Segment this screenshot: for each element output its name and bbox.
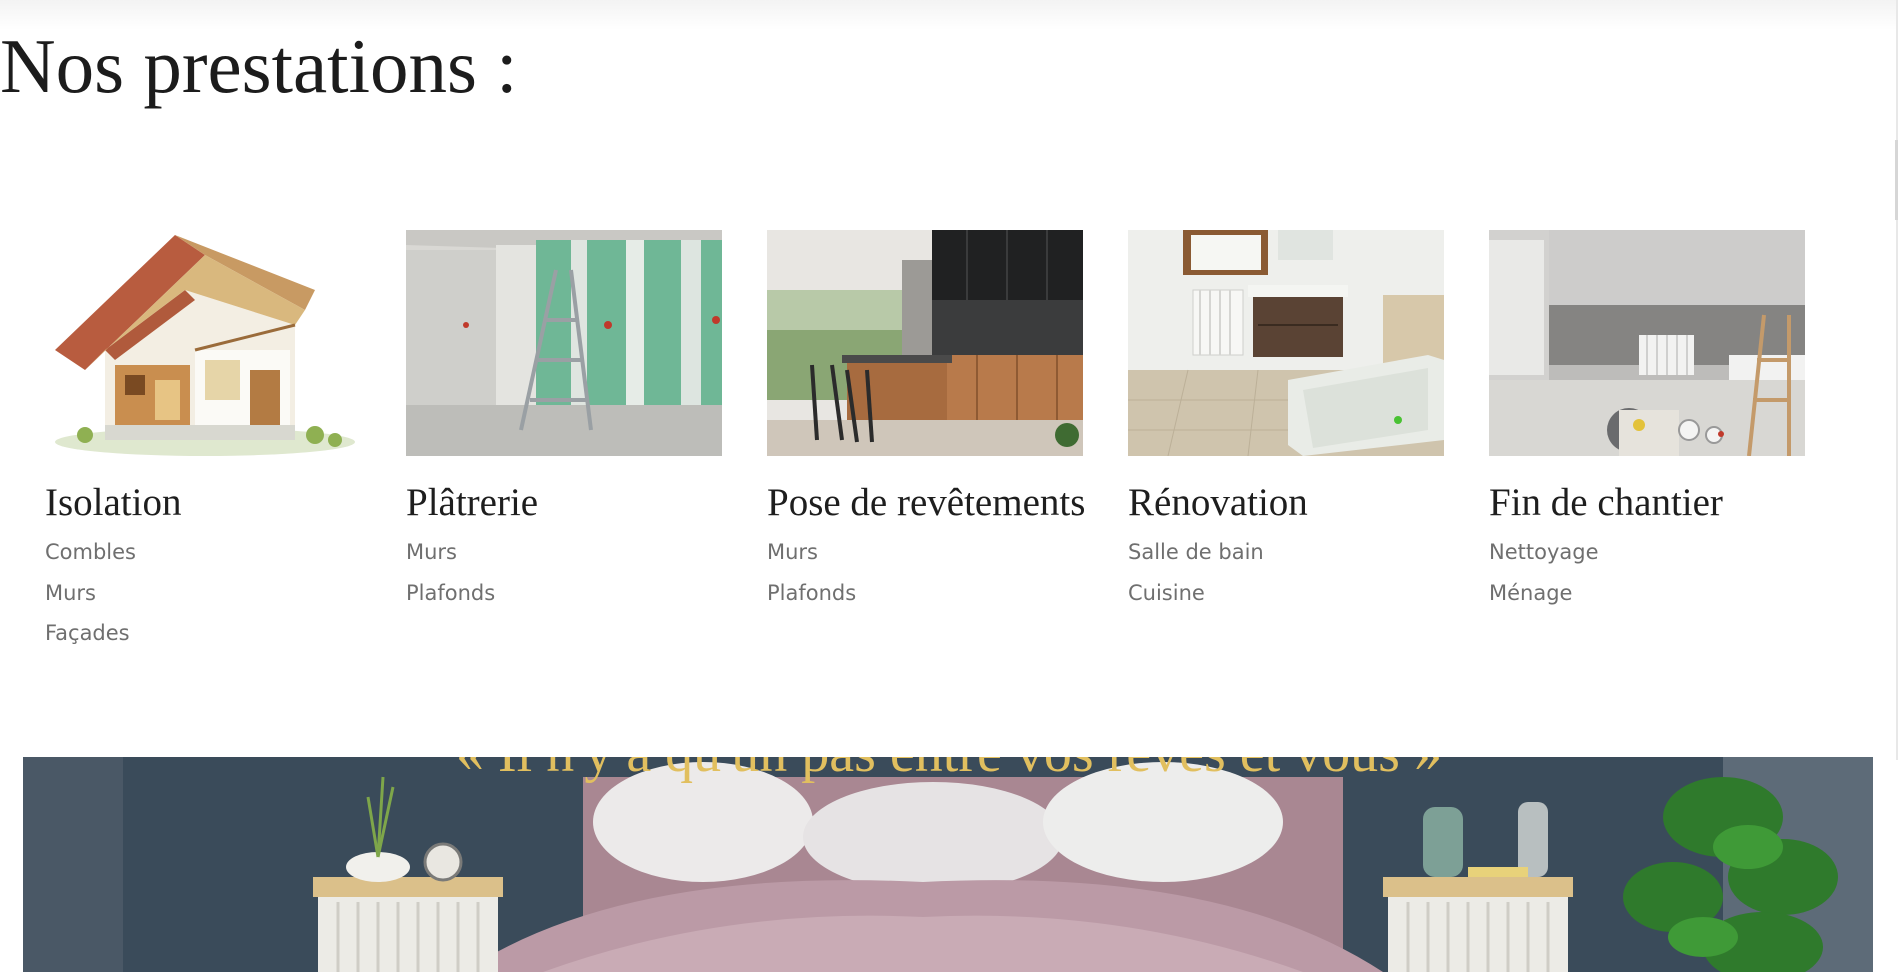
service-item-list: Combles Murs Façades xyxy=(45,532,361,654)
list-item[interactable]: Murs xyxy=(45,573,361,614)
list-item[interactable]: Plafonds xyxy=(767,573,1083,614)
revetements-image[interactable] xyxy=(767,230,1083,456)
service-item-list: Salle de bain Cuisine xyxy=(1128,532,1444,613)
list-item[interactable]: Ménage xyxy=(1489,573,1805,614)
list-item[interactable]: Façades xyxy=(45,613,361,654)
services-grid: Isolation Combles Murs Façades Plâtrerie… xyxy=(45,230,1845,650)
fin-de-chantier-image[interactable] xyxy=(1489,230,1805,456)
isolation-image[interactable] xyxy=(45,230,361,456)
platrerie-image[interactable] xyxy=(406,230,722,456)
service-item-list: Murs Plafonds xyxy=(767,532,1083,613)
service-card-renovation[interactable]: Rénovation Salle de bain Cuisine xyxy=(1128,230,1444,650)
list-item[interactable]: Combles xyxy=(45,532,361,573)
service-title[interactable]: Fin de chantier xyxy=(1489,480,1805,526)
banner-quote: « Il n'y a qu'un pas entre vos rêves et … xyxy=(0,757,1898,788)
service-title[interactable]: Plâtrerie xyxy=(406,480,722,526)
service-item-list: Murs Plafonds xyxy=(406,532,722,613)
list-item[interactable]: Nettoyage xyxy=(1489,532,1805,573)
service-title[interactable]: Isolation xyxy=(45,480,361,526)
list-item[interactable]: Cuisine xyxy=(1128,573,1444,614)
service-card-fin-de-chantier[interactable]: Fin de chantier Nettoyage Ménage xyxy=(1489,230,1805,650)
list-item[interactable]: Murs xyxy=(406,532,722,573)
service-card-platrerie[interactable]: Plâtrerie Murs Plafonds xyxy=(406,230,722,650)
service-card-isolation[interactable]: Isolation Combles Murs Façades xyxy=(45,230,361,650)
service-title[interactable]: Rénovation xyxy=(1128,480,1444,526)
service-card-revetements[interactable]: Pose de revêtements Murs Plafonds xyxy=(767,230,1085,650)
page-title: Nos prestations : xyxy=(0,23,518,109)
list-item[interactable]: Salle de bain xyxy=(1128,532,1444,573)
list-item[interactable]: Murs xyxy=(767,532,1083,573)
quote-container: « Il n'y a qu'un pas entre vos rêves et … xyxy=(0,757,1898,807)
service-title[interactable]: Pose de revêtements xyxy=(767,480,1085,526)
list-item[interactable]: Plafonds xyxy=(406,573,722,614)
service-item-list: Nettoyage Ménage xyxy=(1489,532,1805,613)
renovation-image[interactable] xyxy=(1128,230,1444,456)
